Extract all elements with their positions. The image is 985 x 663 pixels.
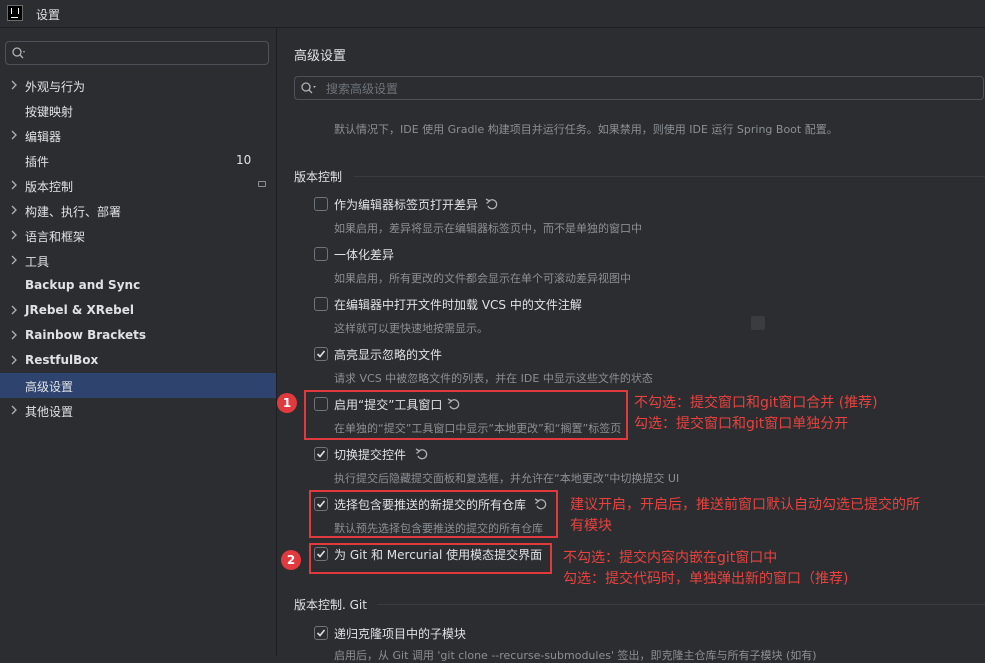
annotation-note-2b: 勾选：提交代码时，单独弹出新的窗口（推荐) [563, 571, 849, 587]
sidebar-item[interactable]: 插件 10 [0, 148, 276, 173]
sidebar-item-label: Rainbow Brackets [25, 328, 147, 342]
sidebar-item-label: 插件 [25, 155, 50, 169]
sidebar-item-label: 构建、执行、部署 [25, 205, 122, 219]
project-level-icon [258, 181, 266, 187]
annotation-badge-1: 1 [277, 393, 297, 413]
gradle-description: 默认情况下，IDE 使用 Gradle 构建项目并运行任务。如果禁用，则使用 I… [334, 123, 838, 136]
sidebar-item-label: JRebel & XRebel [25, 303, 134, 317]
option-description: 如果启用，差异将显示在编辑器标签页中，而不是单独的窗口中 [334, 222, 642, 235]
sidebar-item-label: Backup and Sync [25, 278, 141, 292]
sidebar-item[interactable]: RestfulBox [0, 348, 276, 373]
placeholder-square [751, 316, 765, 330]
reset-icon[interactable] [415, 447, 429, 461]
option-label: 在编辑器中打开文件时加载 VCS 中的文件注解 [334, 298, 582, 312]
sidebar-item-label: RestfulBox [25, 353, 99, 367]
sidebar-item-label: 编辑器 [25, 130, 62, 144]
settings-sidebar: 外观与行为按键映射编辑器插件 10 版本控制构建、执行、部署 语言和框架工具 Backu… [0, 28, 277, 656]
section-divider [354, 176, 985, 177]
option-label: 一体化差异 [334, 248, 395, 262]
option-label: 切换提交控件 [334, 448, 407, 462]
plugin-count-badge: 10 [236, 153, 252, 167]
sidebar-item[interactable]: JRebel & XRebel [0, 298, 276, 323]
page-title: 高级设置 [294, 49, 347, 64]
chevron-right-icon[interactable] [9, 355, 19, 365]
sidebar-search-input[interactable] [30, 44, 264, 64]
highlight-commit-window [304, 390, 628, 440]
app-logo-icon [7, 5, 23, 21]
advanced-search-input[interactable] [324, 79, 928, 99]
search-icon [12, 47, 25, 59]
sidebar-item-label: 语言和框架 [25, 230, 86, 244]
sidebar-item[interactable]: 构建、执行、部署 [0, 198, 276, 223]
sidebar-item-label: 高级设置 [25, 380, 74, 394]
sidebar-item[interactable]: 外观与行为 [0, 73, 276, 98]
checkmark-icon [316, 350, 326, 358]
checkbox[interactable] [314, 247, 328, 261]
checkbox[interactable] [314, 347, 328, 361]
chevron-right-icon[interactable] [9, 330, 19, 340]
chevron-right-icon[interactable] [9, 255, 19, 265]
chevron-right-icon[interactable] [9, 80, 19, 90]
sidebar-item-label: 工具 [25, 255, 50, 269]
option-description: 如果启用，所有更改的文件都会显示在单个可滚动差异视图中 [334, 272, 631, 285]
checkbox[interactable] [314, 297, 328, 311]
section-header-vcs: 版本控制 [294, 170, 343, 184]
highlight-select-repos [309, 490, 558, 538]
chevron-right-icon[interactable] [9, 205, 19, 215]
option-description: 这样就可以更快速地按需显示。 [334, 322, 488, 335]
search-icon [301, 82, 316, 94]
sidebar-item[interactable]: 工具 [0, 248, 276, 273]
annotation-note-1b: 勾选：提交窗口和git窗口单独分开 [634, 416, 849, 432]
sidebar-item[interactable]: 版本控制 [0, 173, 276, 198]
annotation-note-1a: 不勾选：提交窗口和git窗口合并 (推荐) [634, 395, 878, 411]
checkmark-icon [316, 450, 326, 458]
sidebar-item[interactable]: 语言和框架 [0, 223, 276, 248]
advanced-search[interactable] [294, 76, 984, 100]
sidebar-item-label: 其他设置 [25, 405, 74, 419]
sidebar-item[interactable]: 按键映射 [0, 98, 276, 123]
reset-icon[interactable] [485, 197, 499, 211]
sidebar-item[interactable]: 其他设置 [0, 398, 276, 423]
sidebar-item[interactable]: Backup and Sync [0, 273, 276, 298]
option-label: 高亮显示忽略的文件 [334, 348, 443, 362]
sidebar-item[interactable]: Rainbow Brackets [0, 323, 276, 348]
sidebar-search[interactable] [5, 41, 269, 65]
section-header-git: 版本控制. Git [294, 598, 367, 612]
chevron-right-icon[interactable] [9, 230, 19, 240]
option-description: 执行提交后隐藏提交面板和复选框，并允许在“本地更改”中切换提交 UI [334, 472, 680, 485]
chevron-right-icon[interactable] [9, 130, 19, 140]
sidebar-item[interactable]: 编辑器 [0, 123, 276, 148]
sidebar-item[interactable]: 高级设置 [0, 373, 276, 398]
highlight-modal-commit [309, 543, 552, 574]
option-description: 启用后，从 Git 调用 'git clone --recurse-submod… [334, 649, 817, 662]
window-title: 设置 [36, 8, 61, 22]
annotation-note-repo-a: 建议开启，开启后，推送前窗口默认自动勾选已提交的所 [570, 497, 920, 513]
chevron-right-icon[interactable] [9, 305, 19, 315]
annotation-note-repo-b: 有模块 [570, 518, 612, 534]
section-divider [377, 604, 985, 605]
option-label: 递归克隆项目中的子模块 [334, 627, 467, 641]
checkbox[interactable] [314, 447, 328, 461]
checkbox[interactable] [314, 626, 328, 640]
annotation-note-2a: 不勾选：提交内容内嵌在git窗口中 [563, 550, 778, 566]
chevron-right-icon[interactable] [9, 180, 19, 190]
sidebar-item-label: 外观与行为 [25, 80, 86, 94]
option-label: 作为编辑器标签页打开差异 [334, 198, 479, 212]
checkbox[interactable] [314, 197, 328, 211]
checkmark-icon [316, 629, 326, 637]
option-description: 请求 VCS 中被忽略文件的列表，并在 IDE 中显示这些文件的状态 [334, 372, 653, 385]
chevron-right-icon[interactable] [9, 405, 19, 415]
annotation-badge-2: 2 [281, 550, 301, 570]
title-bar: 设置 [0, 0, 985, 28]
sidebar-item-label: 按键映射 [25, 105, 74, 119]
sidebar-item-label: 版本控制 [25, 180, 74, 194]
